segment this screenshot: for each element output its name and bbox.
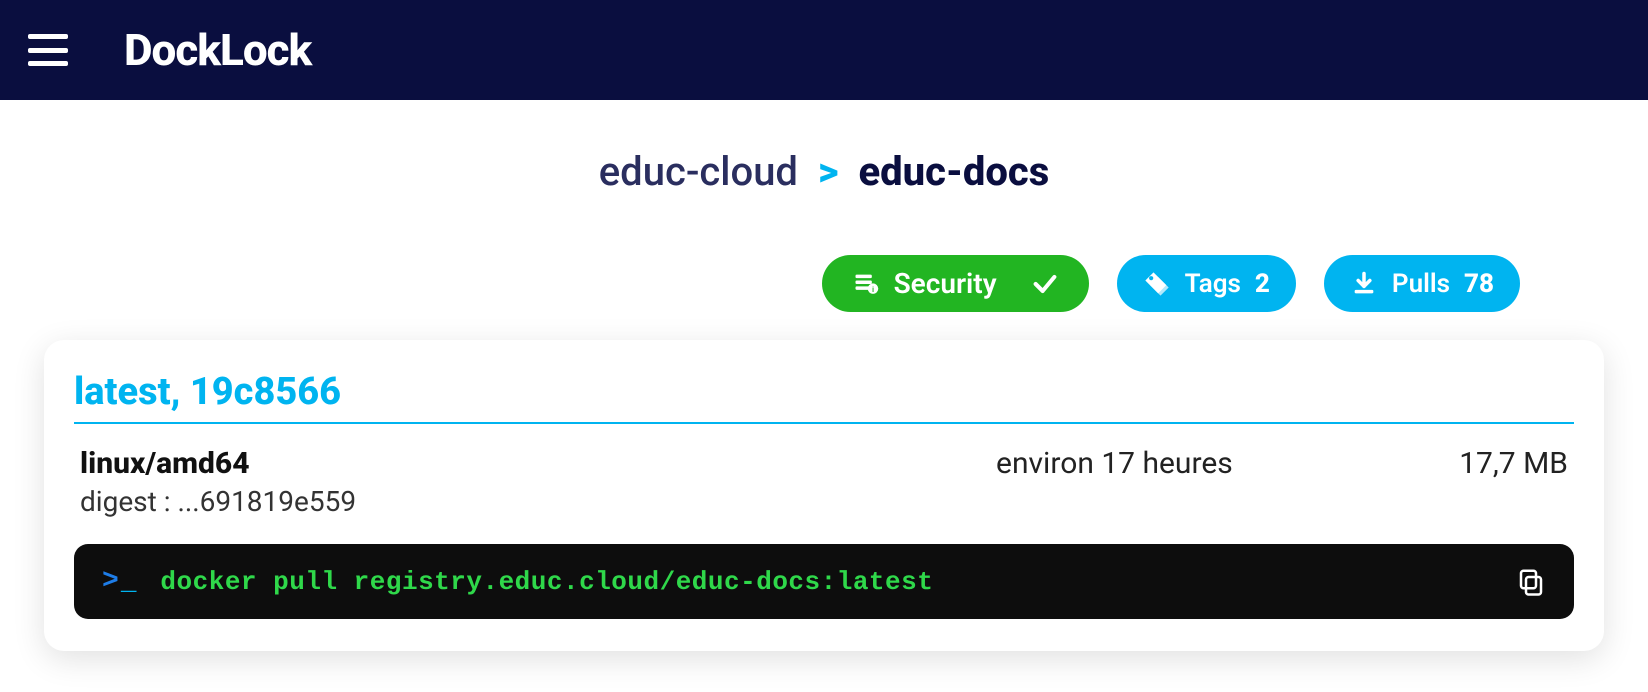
security-button[interactable]: i Security	[822, 255, 1089, 312]
platform-label: linux/amd64	[80, 446, 770, 481]
app-header: DockLock	[0, 0, 1648, 100]
tags-count: 2	[1255, 269, 1270, 299]
pulls-count: 78	[1464, 269, 1494, 299]
tag-title[interactable]: latest, 19c8566	[74, 370, 1574, 424]
size-label: 17,7 MB	[1459, 446, 1568, 481]
breadcrumb-separator: >	[818, 148, 839, 195]
tags-button[interactable]: Tags 2	[1117, 255, 1296, 312]
pulls-label: Pulls	[1392, 269, 1450, 299]
terminal-box: >_ docker pull registry.educ.cloud/educ-…	[74, 544, 1574, 619]
breadcrumb-parent[interactable]: educ-cloud	[599, 148, 798, 195]
brand-logo[interactable]: DockLock	[124, 24, 311, 76]
tags-label: Tags	[1185, 269, 1241, 299]
copy-icon[interactable]	[1516, 567, 1546, 597]
breadcrumb-current: educ-docs	[858, 148, 1049, 195]
hamburger-menu-icon[interactable]	[28, 34, 68, 66]
digest-label: digest : ...691819e559	[80, 485, 770, 518]
check-icon	[1031, 270, 1059, 298]
security-label: Security	[894, 267, 997, 300]
tag-info-row: linux/amd64 digest : ...691819e559 envir…	[74, 446, 1574, 518]
pulls-button[interactable]: Pulls 78	[1324, 255, 1520, 312]
tags-icon	[1143, 270, 1171, 298]
tag-card: latest, 19c8566 linux/amd64 digest : ...…	[44, 340, 1604, 651]
age-label: environ 17 heures	[770, 446, 1460, 481]
tag-info-left: linux/amd64 digest : ...691819e559	[80, 446, 770, 518]
terminal-prompt-icon: >_	[102, 566, 136, 597]
action-bar: i Security Tags 2 Pulls 78	[0, 227, 1648, 330]
download-icon	[1350, 270, 1378, 298]
pull-command: docker pull registry.educ.cloud/educ-doc…	[160, 567, 933, 597]
terminal-content: >_ docker pull registry.educ.cloud/educ-…	[102, 566, 933, 597]
breadcrumb: educ-cloud > educ-docs	[0, 100, 1648, 227]
security-icon: i	[852, 270, 880, 298]
svg-text:i: i	[872, 286, 874, 294]
